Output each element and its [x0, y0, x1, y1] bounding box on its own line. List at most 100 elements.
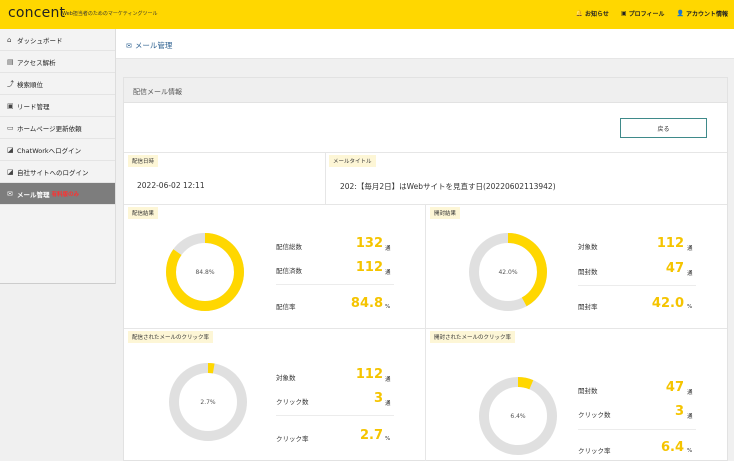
main-content: ✉ メール管理 配信メール情報 戻る 配信日時 2022-06-02 12:11 …: [116, 29, 734, 461]
stat-unit: %: [385, 436, 391, 442]
sidebar-item-label: リード管理: [17, 102, 50, 111]
stat-value: 84.8: [350, 296, 383, 311]
page-header: ✉ メール管理: [116, 29, 734, 59]
stat-label: 開封率: [578, 303, 598, 311]
stat-label: 配信済数: [276, 267, 302, 275]
paid-only-badge: 有料版のみ: [51, 191, 80, 198]
stat-unit: 通: [385, 377, 391, 383]
page-title: ✉ メール管理: [126, 40, 172, 51]
stat-unit: %: [687, 304, 693, 310]
sidebar-item-label: ダッシュボード: [17, 36, 63, 45]
sidebar-item-analytics[interactable]: ▤ アクセス解析: [0, 51, 115, 73]
panel-title: 開封されたメールのクリック率: [430, 331, 516, 343]
stat-label: 配信総数: [276, 243, 302, 251]
stat-label: クリック数: [578, 411, 611, 419]
top-nav: 🔔 お知らせ ▣ プロフィール 👤 アカウント情報: [576, 9, 728, 18]
sidebar-item-mail[interactable]: ✉ メール管理 有料版のみ: [0, 183, 115, 205]
stat-label: 対象数: [276, 374, 296, 382]
stat-value: 42.0: [651, 296, 684, 311]
sidebar-item-label: メール管理: [17, 190, 50, 199]
mail-title-label: メールタイトル: [329, 155, 376, 167]
nav-profile-label: プロフィール: [628, 11, 665, 18]
sidebar-item-site-login[interactable]: ◪ 自社サイトへのログイン: [0, 161, 115, 183]
stat-value: 112: [355, 367, 383, 382]
logo[interactable]: concent: [8, 5, 65, 21]
donut-label: 84.8%: [195, 269, 214, 276]
divider: [578, 285, 696, 286]
back-button[interactable]: 戻る: [620, 118, 707, 138]
delivery-date-value: 2022-06-02 12:11: [137, 181, 205, 190]
divider: [276, 415, 394, 416]
delivery-date-label: 配信日時: [128, 155, 159, 167]
nav-notifications[interactable]: 🔔 お知らせ: [576, 9, 609, 18]
top-bar: concent Web担当者のためのマーケティングツール 🔔 お知らせ ▣ プロ…: [0, 0, 734, 29]
stat-unit: 通: [687, 246, 693, 252]
sidebar-item-ranking[interactable]: ⤴ 検索順位: [0, 73, 115, 95]
card-title: 配信メール情報: [133, 88, 182, 96]
lead-icon: ▣: [7, 101, 14, 110]
sidebar-item-leads[interactable]: ▣ リード管理: [0, 95, 115, 117]
stat-unit: 通: [385, 401, 391, 407]
external-link-icon: ◪: [7, 145, 14, 154]
sidebar-item-update-request[interactable]: ▭ ホームページ更新依頼: [0, 117, 115, 139]
stat-unit: %: [687, 448, 693, 454]
stat-unit: 通: [687, 390, 693, 396]
stat-value: 112: [656, 236, 684, 251]
divider: [578, 429, 696, 430]
mail-info-card: 配信メール情報 戻る 配信日時 2022-06-02 12:11 メールタイトル…: [123, 77, 728, 461]
panel-title: 開封結果: [430, 207, 461, 219]
stat-value: 2.7: [359, 428, 383, 443]
panel-title: 配信結果: [128, 207, 159, 219]
sidebar-item-label: ChatWorkへログイン: [17, 146, 82, 155]
mail-title-value: 202:【毎月2日】はWebサイトを見直す日(20220602113942): [340, 182, 556, 191]
stat-unit: 通: [385, 246, 391, 252]
dashboard-icon: ⌂: [7, 35, 12, 44]
stat-value: 132: [355, 236, 383, 251]
stat-unit: %: [385, 304, 391, 310]
donut-label: 2.7%: [200, 399, 216, 406]
tagline: Web担当者のためのマーケティングツール: [62, 11, 158, 17]
page-title-text: メール管理: [134, 41, 173, 50]
stat-label: クリック数: [276, 398, 309, 406]
mail-icon: ✉: [126, 42, 132, 50]
divider: [276, 284, 394, 285]
delivered-click-donut-chart: 2.7%: [169, 363, 247, 441]
sidebar-item-label: ホームページ更新依頼: [17, 124, 82, 133]
user-icon: 👤: [676, 10, 684, 17]
stat-value: 47: [665, 380, 684, 395]
stat-value: 112: [355, 260, 383, 275]
nav-account[interactable]: 👤 アカウント情報: [677, 9, 729, 18]
stat-label: 開封数: [578, 387, 598, 395]
card-header: 配信メール情報: [124, 78, 727, 103]
stat-unit: 通: [385, 270, 391, 276]
divider: [124, 328, 727, 329]
nav-notifications-label: お知らせ: [585, 11, 609, 18]
nav-profile[interactable]: ▣ プロフィール: [621, 9, 665, 18]
stat-unit: 通: [687, 271, 693, 277]
stat-value: 47: [665, 261, 684, 276]
profile-card-icon: ▣: [620, 10, 627, 17]
sidebar: ⌂ ダッシュボード ▤ アクセス解析 ⤴ 検索順位 ▣ リード管理 ▭ ホームペ…: [0, 29, 116, 284]
stat-label: クリック率: [276, 435, 309, 443]
stat-label: クリック率: [578, 447, 611, 455]
nav-account-label: アカウント情報: [685, 11, 728, 18]
divider: [124, 152, 727, 153]
divider: [425, 204, 426, 461]
stat-label: 配信率: [276, 303, 296, 311]
ranking-icon: ⤴: [7, 79, 14, 88]
donut-label: 6.4%: [510, 413, 526, 420]
panel-title: 配信されたメールのクリック率: [128, 331, 214, 343]
stat-label: 対象数: [578, 243, 598, 251]
sidebar-item-dashboard[interactable]: ⌂ ダッシュボード: [0, 29, 115, 51]
opened-click-donut-chart: 6.4%: [479, 377, 557, 455]
chart-icon: ▤: [7, 57, 14, 66]
stat-value: 3: [674, 404, 684, 419]
external-link-icon: ◪: [7, 167, 14, 176]
open-donut-chart: 42.0%: [469, 233, 547, 311]
monitor-icon: ▭: [7, 123, 14, 132]
sidebar-item-label: 検索順位: [17, 80, 43, 89]
stat-label: 開封数: [578, 268, 598, 276]
sidebar-item-chatwork[interactable]: ◪ ChatWorkへログイン: [0, 139, 115, 161]
bell-icon: 🔔: [575, 10, 584, 17]
stat-value: 6.4: [660, 440, 684, 455]
